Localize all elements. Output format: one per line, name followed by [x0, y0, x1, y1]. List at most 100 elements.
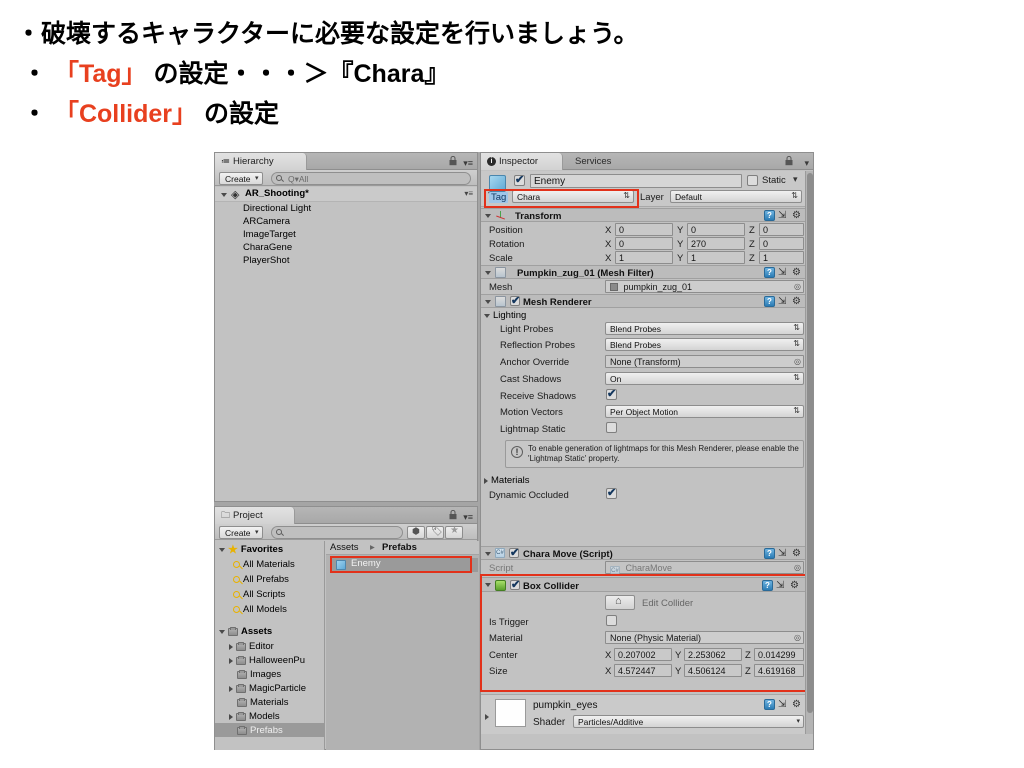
help-icon[interactable]: ? — [764, 296, 775, 307]
project-favorite-all-scripts[interactable]: All Scripts — [233, 588, 285, 601]
hierarchy-item-charagene[interactable]: CharaGene — [243, 241, 292, 254]
help-icon[interactable]: ? — [764, 267, 775, 278]
preset-icon[interactable]: ⇲ — [778, 210, 789, 221]
chevron-right-icon[interactable] — [229, 713, 233, 720]
preset-icon[interactable]: ⇲ — [776, 580, 787, 591]
collider-size-x[interactable]: 4.572447 — [614, 664, 672, 677]
collider-size-y[interactable]: 4.506124 — [684, 664, 742, 677]
collider-center-x[interactable]: 0.207002 — [614, 648, 672, 661]
chevron-down-icon[interactable] — [485, 214, 491, 218]
project-favorite-all-materials[interactable]: All Materials — [233, 558, 295, 571]
mesh-renderer-header[interactable]: Mesh Renderer ? ⇲ ⚙ — [481, 294, 807, 308]
cast-shadows-dropdown[interactable]: On — [605, 372, 804, 385]
static-dropdown-icon[interactable]: ▾ — [793, 174, 798, 185]
project-favorites-group[interactable]: ★ Favorites — [219, 543, 283, 556]
help-icon[interactable]: ? — [764, 699, 775, 710]
chevron-down-icon[interactable] — [221, 193, 227, 197]
box-collider-header[interactable]: Box Collider ? ⇲ ⚙ — [481, 577, 807, 592]
project-favorite-all-prefabs[interactable]: All Prefabs — [233, 573, 289, 586]
transform-scale-z[interactable]: 1 — [759, 251, 804, 264]
static-checkbox[interactable] — [747, 175, 758, 186]
chevron-right-icon[interactable] — [229, 657, 233, 664]
collider-size-z[interactable]: 4.619168 — [754, 664, 804, 677]
hierarchy-item-arcamera[interactable]: ARCamera — [243, 215, 290, 228]
tab-hierarchy[interactable]: ≔ Hierarchy — [215, 153, 307, 170]
gear-icon[interactable]: ⚙ — [792, 699, 803, 710]
inspector-scrollbar[interactable] — [805, 171, 813, 734]
help-icon[interactable]: ? — [764, 548, 775, 559]
preset-icon[interactable]: ⇲ — [778, 548, 789, 559]
project-grid-item-enemy[interactable]: Enemy — [330, 558, 478, 572]
project-asset-prefabs-row[interactable]: Prefabs — [215, 723, 324, 737]
lock-icon[interactable] — [785, 156, 793, 166]
reflection-probes-dropdown[interactable]: Blend Probes — [605, 338, 804, 351]
lightmap-static-checkbox[interactable] — [606, 422, 617, 433]
shader-dropdown[interactable]: Particles/Additive — [573, 715, 804, 728]
chevron-down-icon[interactable] — [484, 313, 490, 318]
transform-scale-x[interactable]: 1 — [615, 251, 673, 264]
mesh-object-field[interactable]: pumpkin_zug_01 — [605, 280, 804, 293]
light-probes-dropdown[interactable]: Blend Probes — [605, 322, 804, 335]
chevron-down-icon[interactable] — [219, 547, 225, 552]
transform-rotation-y[interactable]: 270 — [687, 237, 745, 250]
project-assets-group[interactable]: Assets — [219, 625, 272, 638]
project-favorite-button[interactable]: ★ — [445, 525, 463, 539]
mesh-renderer-enabled-checkbox[interactable] — [510, 294, 520, 307]
chevron-down-icon[interactable] — [485, 271, 491, 275]
help-icon[interactable]: ? — [764, 210, 775, 221]
lock-icon[interactable] — [449, 510, 457, 520]
tab-inspector[interactable]: i Inspector — [481, 153, 563, 170]
scene-menu-icon[interactable]: ▾≡ — [464, 187, 473, 201]
tab-services[interactable]: Services — [569, 153, 631, 170]
project-asset-prefabs[interactable]: Prefabs — [237, 724, 283, 737]
transform-header[interactable]: Transform ? ⇲ ⚙ — [481, 208, 807, 222]
transform-position-z[interactable]: 0 — [759, 223, 804, 236]
hierarchy-search-input[interactable]: Q▾All — [271, 172, 471, 185]
hierarchy-item-imagetarget[interactable]: ImageTarget — [243, 228, 296, 241]
transform-rotation-z[interactable]: 0 — [759, 237, 804, 250]
project-asset-halloweenpu[interactable]: HalloweenPu — [229, 654, 305, 667]
anchor-override-object-field[interactable]: None (Transform) — [605, 355, 804, 368]
gear-icon[interactable]: ⚙ — [790, 580, 801, 591]
project-create-button[interactable]: Create — [219, 526, 263, 539]
chevron-right-icon[interactable] — [229, 643, 233, 650]
tab-project[interactable]: 🗀 Project — [215, 507, 295, 524]
hierarchy-create-button[interactable]: Create — [219, 172, 263, 185]
project-asset-materials[interactable]: Materials — [237, 696, 289, 709]
breadcrumb-assets[interactable]: Assets — [330, 542, 359, 553]
hierarchy-item-directional-light[interactable]: Directional Light — [243, 202, 311, 215]
transform-scale-y[interactable]: 1 — [687, 251, 745, 264]
hierarchy-menu-icon[interactable]: ▾≡ — [463, 158, 473, 169]
gear-icon[interactable]: ⚙ — [792, 296, 803, 307]
help-icon[interactable]: ? — [762, 580, 773, 591]
hierarchy-item-playershot[interactable]: PlayerShot — [243, 254, 289, 267]
inspector-scrollbar-thumb[interactable] — [807, 173, 813, 713]
chevron-right-icon[interactable] — [229, 685, 233, 692]
transform-position-x[interactable]: 0 — [615, 223, 673, 236]
dynamic-occluded-checkbox[interactable] — [606, 486, 617, 499]
gear-icon[interactable]: ⚙ — [792, 210, 803, 221]
project-menu-icon[interactable]: ▾≡ — [463, 512, 473, 523]
chevron-right-icon[interactable] — [485, 714, 489, 720]
inspector-menu-icon[interactable]: ▾ — [804, 158, 809, 169]
chara-move-enabled-checkbox[interactable] — [509, 546, 519, 559]
project-asset-models[interactable]: Models — [229, 710, 280, 723]
chevron-down-icon[interactable] — [485, 300, 491, 304]
gameobject-enabled-checkbox[interactable] — [514, 173, 525, 186]
chevron-right-icon[interactable] — [484, 477, 488, 484]
edit-collider-button[interactable] — [605, 595, 635, 610]
gear-icon[interactable]: ⚙ — [792, 267, 803, 278]
materials-foldout[interactable]: Materials — [484, 474, 530, 487]
mesh-filter-header[interactable]: Pumpkin_zug_01 (Mesh Filter) ? ⇲ ⚙ — [481, 265, 807, 279]
project-filter-type-button[interactable]: ⬢ — [407, 526, 425, 539]
project-asset-editor[interactable]: Editor — [229, 640, 274, 653]
project-asset-magicparticle[interactable]: MagicParticle — [229, 682, 306, 695]
gameobject-name-input[interactable]: Enemy — [530, 174, 742, 188]
preset-icon[interactable]: ⇲ — [778, 699, 789, 710]
chevron-down-icon[interactable] — [485, 552, 491, 556]
hierarchy-scene-row[interactable]: ◈ AR_Shooting* ▾≡ — [215, 187, 477, 202]
collider-center-z[interactable]: 0.014299 — [754, 648, 804, 661]
breadcrumb-prefabs[interactable]: Prefabs — [382, 542, 417, 553]
chara-move-header[interactable]: C# Chara Move (Script) ? ⇲ ⚙ — [481, 546, 807, 560]
box-collider-enabled-checkbox[interactable] — [510, 578, 520, 591]
